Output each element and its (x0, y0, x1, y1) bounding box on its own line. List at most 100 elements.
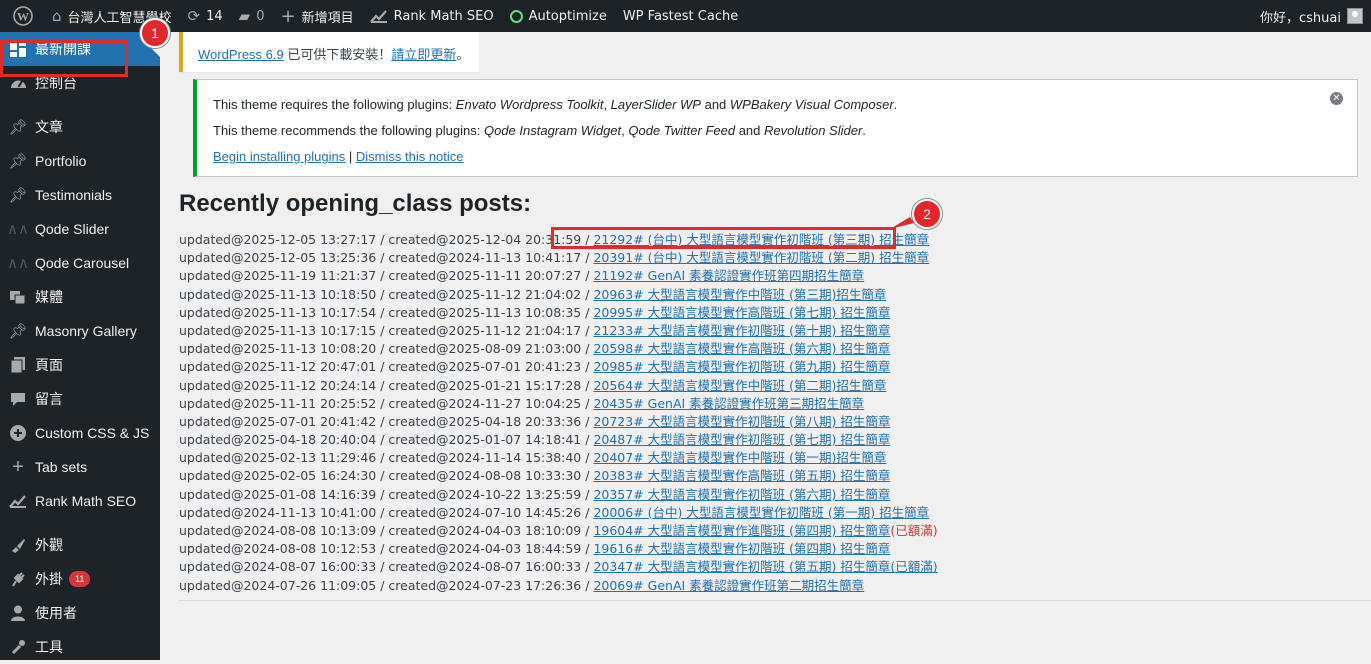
post-link[interactable]: 21192# GenAI 素養認證實作班第四期招生簡章 (593, 268, 864, 283)
menu-latest-courses[interactable]: 最新開課 (0, 32, 160, 66)
post-meta: updated@2025-02-13 11:29:46 / created@20… (179, 450, 594, 466)
fastest-cache-link[interactable]: WP Fastest Cache (615, 0, 746, 32)
notice-sep: and (735, 123, 765, 138)
begin-installing-link[interactable]: Begin installing plugins (213, 149, 345, 164)
my-account-link[interactable]: 你好，cshuai (1252, 0, 1371, 32)
menu-pages[interactable]: 頁面 (0, 348, 160, 382)
wordpress-logo-icon[interactable]: W (0, 0, 44, 32)
menu-rank-math[interactable]: Rank Math SEO (0, 484, 160, 518)
menu-qode-slider[interactable]: ∧∧ Qode Slider (0, 212, 160, 246)
rankmath-icon (369, 9, 388, 23)
gauge-icon (8, 73, 28, 93)
refresh-icon: ⟳ (187, 7, 201, 25)
callout-pointer (890, 217, 914, 229)
post-link[interactable]: 20995# 大型語言模型實作高階班 (第七期) 招生簡章 (593, 305, 890, 320)
home-icon: ⌂ (52, 7, 62, 25)
new-content-label: 新增項目 (301, 10, 354, 26)
post-row: updated@2025-11-13 10:08:20 / created@20… (179, 340, 938, 358)
updates-link[interactable]: ⟳ 14 (180, 0, 231, 32)
comments-link[interactable]: ▰ 0 (231, 0, 273, 32)
menu-users[interactable]: 使用者 (0, 596, 160, 630)
notice-prefix: This theme requires the following plugin… (213, 97, 456, 112)
post-link[interactable]: 19616# 大型語言模型實作初階班 (第四期) 招生簡章 (593, 541, 890, 556)
plus-icon: + (280, 5, 296, 27)
plugin-update-badge: 11 (69, 571, 91, 587)
update-now-link[interactable]: 請立即更新 (391, 47, 456, 62)
post-link[interactable]: 20383# 大型語言模型實作高階班 (第五期) 招生簡章 (593, 468, 890, 483)
plugin-icon (8, 569, 28, 589)
rank-math-link[interactable]: Rank Math SEO (362, 0, 502, 32)
slider-icon: ∧∧ (7, 255, 29, 272)
menu-label: 文章 (35, 119, 63, 135)
post-link[interactable]: 20598# 大型語言模型實作高階班 (第六期) 招生簡章 (593, 341, 890, 356)
menu-label: Tab sets (35, 459, 88, 475)
admin-bar: W ⌂ 台灣人工智慧學校 ⟳ 14 ▰ 0 + 新增項目 Rank Math S… (0, 0, 1371, 32)
post-row: updated@2025-07-01 20:41:42 / created@20… (179, 413, 938, 431)
notice-pipe: | (345, 149, 356, 164)
plugin-name: Envato Wordpress Toolkit (455, 97, 604, 112)
autoptimize-link[interactable]: Autoptimize (502, 0, 615, 32)
menu-label: 留言 (35, 391, 63, 407)
post-row: updated@2025-02-13 11:29:46 / created@20… (179, 449, 938, 467)
menu-comments[interactable]: 留言 (0, 382, 160, 416)
post-row: updated@2025-11-11 20:25:52 / created@20… (179, 395, 938, 413)
menu-tools[interactable]: 工具 (0, 630, 160, 664)
menu-appearance[interactable]: 外觀 (0, 528, 160, 562)
post-link[interactable]: 21233# 大型語言模型實作初階班 (第十期) 招生簡章 (593, 323, 890, 338)
update-nag-text: 已可供下載安裝！ (283, 47, 392, 62)
post-row: updated@2025-11-12 20:24:14 / created@20… (179, 377, 938, 395)
post-link[interactable]: 20564# 大型語言模型實作中階班 (第二期)招生簡章 (593, 378, 886, 393)
menu-custom-css-js[interactable]: Custom CSS & JS (0, 416, 160, 450)
post-link[interactable]: 20357# 大型語言模型實作初階班 (第六期) 招生簡章 (593, 487, 890, 502)
post-meta: updated@2025-11-13 10:17:54 / created@20… (179, 304, 594, 320)
post-row: updated@2025-11-19 11:21:37 / created@20… (179, 267, 938, 285)
required-plugins-text: This theme requires the following plugin… (213, 97, 1345, 112)
post-link[interactable]: 20435# GenAI 素養認證實作班第三期招生簡章 (593, 396, 864, 411)
pin-icon: 📌︎ (8, 119, 28, 136)
post-link[interactable]: 20006# (台中) 大型語言模型實作初階班 (第一期) 招生簡章 (593, 505, 929, 520)
post-link[interactable]: 20069# GenAI 素養認證實作班第二期招生簡章 (593, 578, 864, 593)
post-meta: updated@2025-04-18 20:40:04 / created@20… (179, 432, 594, 448)
post-link[interactable]: 21292# (台中) 大型語言模型實作初階班 (第三期) 招生簡章 (593, 232, 929, 247)
menu-plugins[interactable]: 外掛 11 (0, 562, 160, 596)
menu-portfolio[interactable]: 📌︎ Portfolio (0, 144, 160, 178)
wordpress-version-link[interactable]: WordPress 6.9 (198, 47, 284, 62)
menu-label: Rank Math SEO (35, 493, 137, 509)
menu-masonry-gallery[interactable]: 📌︎ Masonry Gallery (0, 314, 160, 348)
menu-qode-carousel[interactable]: ∧∧ Qode Carousel (0, 246, 160, 280)
menu-testimonials[interactable]: 📌︎ Testimonials (0, 178, 160, 212)
new-content-link[interactable]: + 新增項目 (273, 0, 362, 32)
menu-posts[interactable]: 📌︎ 文章 (0, 110, 160, 144)
notice-actions: Begin installing plugins | Dismiss this … (213, 149, 1345, 164)
post-meta: updated@2025-11-11 20:25:52 / created@20… (179, 395, 594, 411)
post-link[interactable]: 19604# 大型語言模型實作進階班 (第四期) 招生簡章 (593, 523, 890, 538)
post-link[interactable]: 20391# (台中) 大型語言模型實作初階班 (第二期) 招生簡章 (593, 250, 929, 265)
post-meta: updated@2025-12-05 13:27:17 / created@20… (179, 232, 594, 247)
post-link[interactable]: 20963# 大型語言模型實作中階班 (第三期)招生簡章 (593, 287, 886, 302)
post-meta: updated@2025-02-05 16:24:30 / created@20… (179, 468, 594, 484)
post-link[interactable]: 20407# 大型語言模型實作中階班 (第一期)招生簡章 (593, 450, 886, 465)
main-content: WordPress 6.9 已可供下載安裝！請立即更新。 This theme … (160, 32, 1371, 660)
post-row: updated@2025-12-05 13:27:17 / created@20… (179, 231, 938, 249)
admin-sidebar: 最新開課 控制台 📌︎ 文章 📌︎ Portfolio 📌︎ Testimoni… (0, 32, 160, 660)
brush-icon (8, 535, 28, 555)
menu-label: 外掛 (35, 571, 63, 587)
menu-tab-sets[interactable]: + Tab sets (0, 450, 160, 484)
menu-label: Qode Carousel (35, 255, 130, 271)
plus-circle-icon (8, 423, 28, 443)
dismiss-notice-link[interactable]: Dismiss this notice (356, 149, 464, 164)
post-link[interactable]: 20985# 大型語言模型實作初階班 (第九期) 招生簡章 (593, 359, 890, 374)
post-link[interactable]: 20487# 大型語言模型實作初階班 (第七期) 招生簡章 (593, 432, 890, 447)
post-link[interactable]: 20723# 大型語言模型實作初階班 (第八期) 招生簡章 (593, 414, 890, 429)
pin-icon: 📌︎ (8, 153, 28, 170)
dashboard-icon (8, 39, 28, 59)
full-status: (已額滿) (890, 523, 938, 538)
close-icon[interactable]: ✕ (1330, 92, 1343, 105)
menu-media[interactable]: 媒體 (0, 280, 160, 314)
menu-label: Testimonials (35, 187, 113, 203)
status-circle-icon (509, 9, 523, 23)
post-link[interactable]: 20347# 大型語言模型實作初階班 (第五期) 招生簡章(已額滿) (593, 559, 937, 574)
recommended-plugins-text: This theme recommends the following plug… (213, 123, 1345, 138)
menu-dashboard[interactable]: 控制台 (0, 66, 160, 100)
menu-label: 外觀 (35, 537, 63, 553)
